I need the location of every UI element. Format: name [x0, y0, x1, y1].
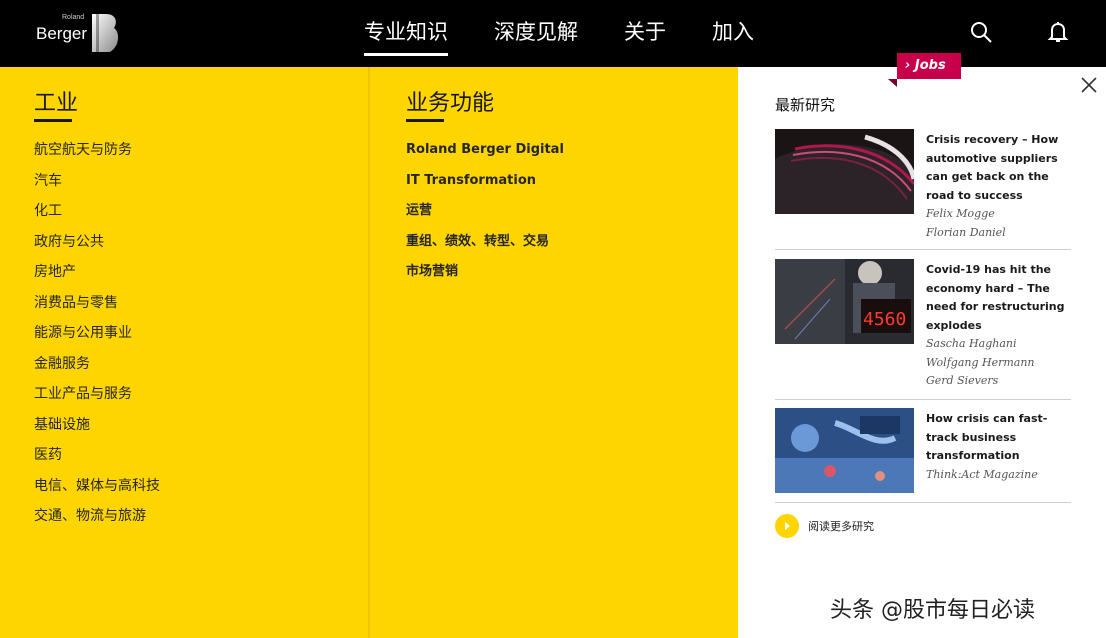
logo-text: Berger	[36, 24, 88, 43]
roland-berger-logo[interactable]: Roland Berger	[36, 14, 126, 56]
article-thumbnail-ticker: 4560	[775, 259, 914, 344]
industry-item-real-estate[interactable]: 房地产	[34, 262, 160, 293]
article-divider	[775, 502, 1071, 503]
article-author: Felix Mogge	[926, 207, 995, 220]
column-divider	[368, 67, 370, 638]
arrow-circle-icon	[775, 514, 799, 538]
nav-join[interactable]: 加入	[712, 18, 754, 56]
logo-small-text: Roland	[62, 14, 85, 21]
article-divider	[775, 249, 1071, 250]
industry-item-consumer-retail[interactable]: 消费品与零售	[34, 293, 160, 324]
svg-text:4560: 4560	[863, 309, 906, 330]
industry-item-automotive[interactable]: 汽车	[34, 171, 160, 202]
industry-item-industrial[interactable]: 工业产品与服务	[34, 384, 160, 415]
search-icon[interactable]	[969, 20, 993, 44]
nav-expertise[interactable]: 专业知识	[364, 18, 448, 56]
industry-title: 工业	[34, 90, 160, 122]
industry-column: 工业 航空航天与防务 汽车 化工 政府与公共 房地产 消费品与零售 能源与公用事…	[34, 90, 160, 537]
article-author: Think:Act Magazine	[926, 467, 1038, 481]
industry-item-telecom[interactable]: 电信、媒体与高科技	[34, 476, 160, 507]
functions-title: 业务功能	[406, 90, 564, 122]
nav-insights[interactable]: 深度见解	[494, 18, 578, 56]
close-icon[interactable]	[1080, 76, 1098, 94]
industry-item-infrastructure[interactable]: 基础设施	[34, 415, 160, 446]
article-author: Gerd Sievers	[926, 374, 999, 387]
article-author: Wolfgang Hermann	[926, 355, 1035, 369]
article-card[interactable]: How crisis can fast-track business trans…	[775, 408, 1071, 496]
industry-item-aerospace[interactable]: 航空航天与防务	[34, 140, 160, 171]
article-thumbnail-lab	[775, 408, 914, 493]
functions-list: Roland Berger Digital IT Transformation …	[406, 140, 564, 293]
functions-column: 业务功能 Roland Berger Digital IT Transforma…	[406, 90, 564, 293]
article-card[interactable]: 4560 Covid-19 has hit the economy hard –…	[775, 259, 1071, 391]
watermark-text: 头条 @股市每日必读	[830, 598, 1035, 623]
industry-item-pharma[interactable]: 医药	[34, 445, 160, 476]
read-more-research-link[interactable]: 阅读更多研究	[775, 513, 874, 539]
article-title: Crisis recovery – How automotive supplie…	[926, 133, 1059, 202]
function-item-operations[interactable]: 运营	[406, 201, 564, 232]
article-title: Covid-19 has hit the economy hard – The …	[926, 263, 1065, 332]
read-more-label: 阅读更多研究	[808, 520, 874, 533]
industry-item-chemicals[interactable]: 化工	[34, 201, 160, 232]
industry-list: 航空航天与防务 汽车 化工 政府与公共 房地产 消费品与零售 能源与公用事业 金…	[34, 140, 160, 537]
article-author: Florian Daniel	[926, 225, 1006, 239]
jobs-tag[interactable]: › Jobs	[888, 53, 961, 87]
panel-title: 最新研究	[775, 96, 836, 114]
article-thumbnail-car	[775, 129, 914, 214]
article-divider	[775, 399, 1071, 400]
article-card[interactable]: Crisis recovery – How automotive supplie…	[775, 129, 1071, 241]
main-nav: 专业知识 深度见解 关于 加入	[364, 18, 754, 58]
article-author: Sascha Haghani	[926, 337, 1017, 350]
function-item-it-transformation[interactable]: IT Transformation	[406, 171, 564, 202]
function-item-digital[interactable]: Roland Berger Digital	[406, 140, 564, 171]
logo-b-mark-icon	[92, 14, 119, 52]
article-title: How crisis can fast-track business trans…	[926, 412, 1048, 462]
industry-item-financial[interactable]: 金融服务	[34, 354, 160, 385]
function-item-restructuring[interactable]: 重组、绩效、转型、交易	[406, 232, 564, 263]
nav-about[interactable]: 关于	[624, 18, 666, 56]
industry-item-government[interactable]: 政府与公共	[34, 232, 160, 263]
function-item-marketing[interactable]: 市场营销	[406, 262, 564, 293]
bell-icon[interactable]	[1046, 20, 1070, 44]
industry-item-transport[interactable]: 交通、物流与旅游	[34, 506, 160, 537]
industry-item-energy[interactable]: 能源与公用事业	[34, 323, 160, 354]
